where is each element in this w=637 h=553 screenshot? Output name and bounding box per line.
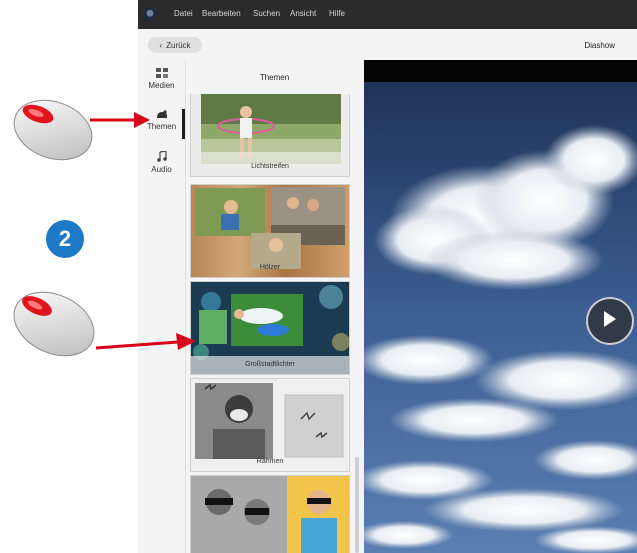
theme-label-lichtstreifen: Lichtstreifen [251,163,289,170]
music-note-icon [156,151,167,162]
app-logo-icon [143,7,157,21]
menu-suchen[interactable]: Suchen [253,9,280,18]
back-button-label: Zurück [166,40,191,50]
theme-label-grossstadtlichter: Großstadtlichter [245,361,295,368]
theme-thumbnail-5 [191,476,349,553]
nav-label-audio: Audio [151,165,172,174]
mouse-icon [13,291,95,357]
toolbar: ‹ Zurück Diashow [138,29,637,61]
back-button[interactable]: ‹ Zurück [148,37,202,53]
menu-datei[interactable]: Datei [174,9,193,18]
step-badge: 2 [46,220,84,258]
theme-card-grossstadtlichter[interactable]: Großstadtlichter [190,281,350,375]
nav-item-medien[interactable]: Medien [138,68,185,90]
left-nav: Medien Themen Audio [138,60,186,553]
mouse-icon [13,99,93,161]
arrow-right-icon [90,112,150,128]
media-icon [155,68,168,78]
theme-card-5[interactable] [190,475,350,553]
arrow-right-icon [96,333,196,350]
app-window: Datei Bearbeiten Suchen Ansicht Hilfe ‹ … [138,0,637,553]
nav-item-audio[interactable]: Audio [138,151,185,174]
slideshow-preview[interactable] [364,60,637,553]
play-button[interactable] [586,297,634,345]
theme-card-hoelzer[interactable]: Hölzer [190,184,350,278]
menu-ansicht[interactable]: Ansicht [290,9,316,18]
theme-card-rahmen[interactable]: Rahmen [190,378,350,472]
themes-icon [156,110,167,118]
theme-label-hoelzer: Hölzer [259,264,281,271]
menu-bearbeiten[interactable]: Bearbeiten [202,9,241,18]
theme-label-rahmen: Rahmen [256,458,284,465]
menu-bar: Datei Bearbeiten Suchen Ansicht Hilfe [138,0,637,29]
themes-panel-title: Themen [259,73,290,82]
menu-hilfe[interactable]: Hilfe [329,9,345,18]
nav-label-themen: Themen [146,122,177,131]
nav-label-medien: Medien [148,81,175,90]
page-title: Diashow [584,41,615,50]
chevron-left-icon: ‹ [159,40,163,50]
themes-scrollbar[interactable] [355,457,359,553]
theme-card-lichtstreifen[interactable]: Lichtstreifen [190,94,350,177]
play-icon [604,311,616,327]
themes-panel: Themen Lichtstreifen Hölzer Großstadtlic… [186,60,363,553]
